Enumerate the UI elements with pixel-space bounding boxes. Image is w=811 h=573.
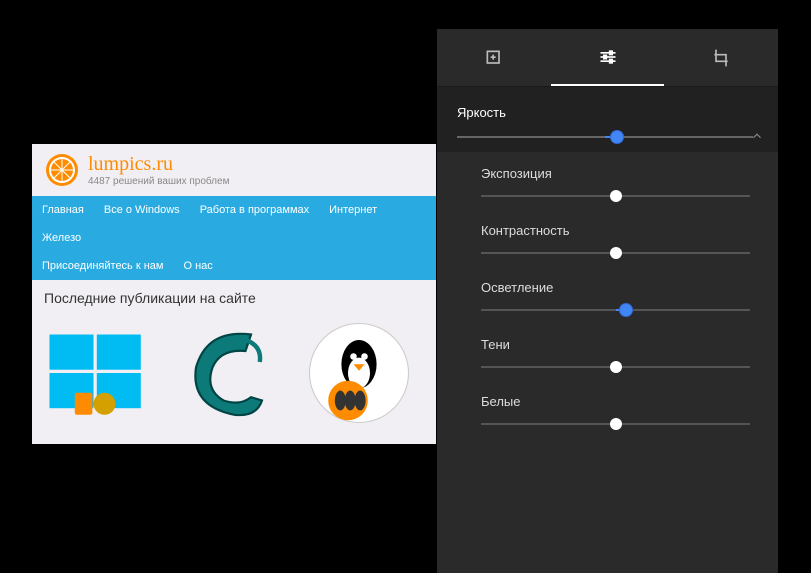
slider-whites: Белые — [437, 380, 778, 437]
slider-label: Яркость — [457, 105, 758, 120]
thumbnails — [32, 312, 436, 434]
content-title: Последние публикации на сайте — [32, 280, 436, 312]
slider-track[interactable] — [457, 136, 753, 138]
slider-label: Тени — [481, 337, 750, 352]
chevron-up-icon[interactable] — [750, 129, 764, 148]
slider-handle[interactable] — [610, 190, 622, 202]
slider-handle[interactable] — [610, 247, 622, 259]
slider-label: Осветление — [481, 280, 750, 295]
tab-adjust[interactable] — [551, 29, 665, 86]
site-header: lumpics.ru 4487 решений ваших проблем — [32, 144, 436, 196]
editor-panel: Яркость Экспозиция Контрастность Осветле… — [437, 29, 778, 573]
slider-label: Контрастность — [481, 223, 750, 238]
slider-brightness: Яркость — [437, 87, 778, 152]
tab-crop[interactable] — [664, 29, 778, 86]
slider-label: Белые — [481, 394, 750, 409]
filters-icon — [484, 48, 504, 68]
nav-item-programs[interactable]: Работа в программах — [190, 196, 319, 224]
nav-item-windows[interactable]: Все о Windows — [94, 196, 190, 224]
site-tagline: 4487 решений ваших проблем — [88, 176, 229, 187]
slider-highlights: Осветление — [437, 266, 778, 323]
thumb-windows-icon — [44, 318, 154, 428]
page-preview: lumpics.ru 4487 решений ваших проблем Гл… — [32, 144, 436, 444]
nav-item-home[interactable]: Главная — [32, 196, 94, 224]
slider-handle[interactable] — [611, 131, 623, 143]
sliders-icon — [598, 47, 618, 67]
nav-bar: Главная Все о Windows Работа в программа… — [32, 196, 436, 280]
tab-filters[interactable] — [437, 29, 551, 86]
slider-track[interactable] — [481, 195, 750, 197]
thumb-linux-icon — [304, 318, 414, 428]
slider-track[interactable] — [481, 309, 750, 311]
site-logo-icon — [44, 152, 80, 188]
slider-exposure: Экспозиция — [437, 152, 778, 209]
thumb-cheat-engine-icon — [174, 318, 284, 428]
slider-track[interactable] — [481, 366, 750, 368]
editor-tabs — [437, 29, 778, 87]
nav-item-internet[interactable]: Интернет — [319, 196, 387, 224]
crop-icon — [711, 48, 731, 68]
slider-handle[interactable] — [610, 418, 622, 430]
slider-handle[interactable] — [610, 361, 622, 373]
nav-item-about[interactable]: О нас — [173, 252, 222, 280]
slider-track[interactable] — [481, 423, 750, 425]
slider-contrast: Контрастность — [437, 209, 778, 266]
site-title: lumpics.ru — [88, 153, 229, 176]
slider-shadows: Тени — [437, 323, 778, 380]
nav-item-hardware[interactable]: Железо — [32, 224, 91, 252]
slider-track[interactable] — [481, 252, 750, 254]
slider-label: Экспозиция — [481, 166, 750, 181]
nav-item-join[interactable]: Присоединяйтесь к нам — [32, 252, 173, 280]
slider-handle[interactable] — [620, 304, 632, 316]
